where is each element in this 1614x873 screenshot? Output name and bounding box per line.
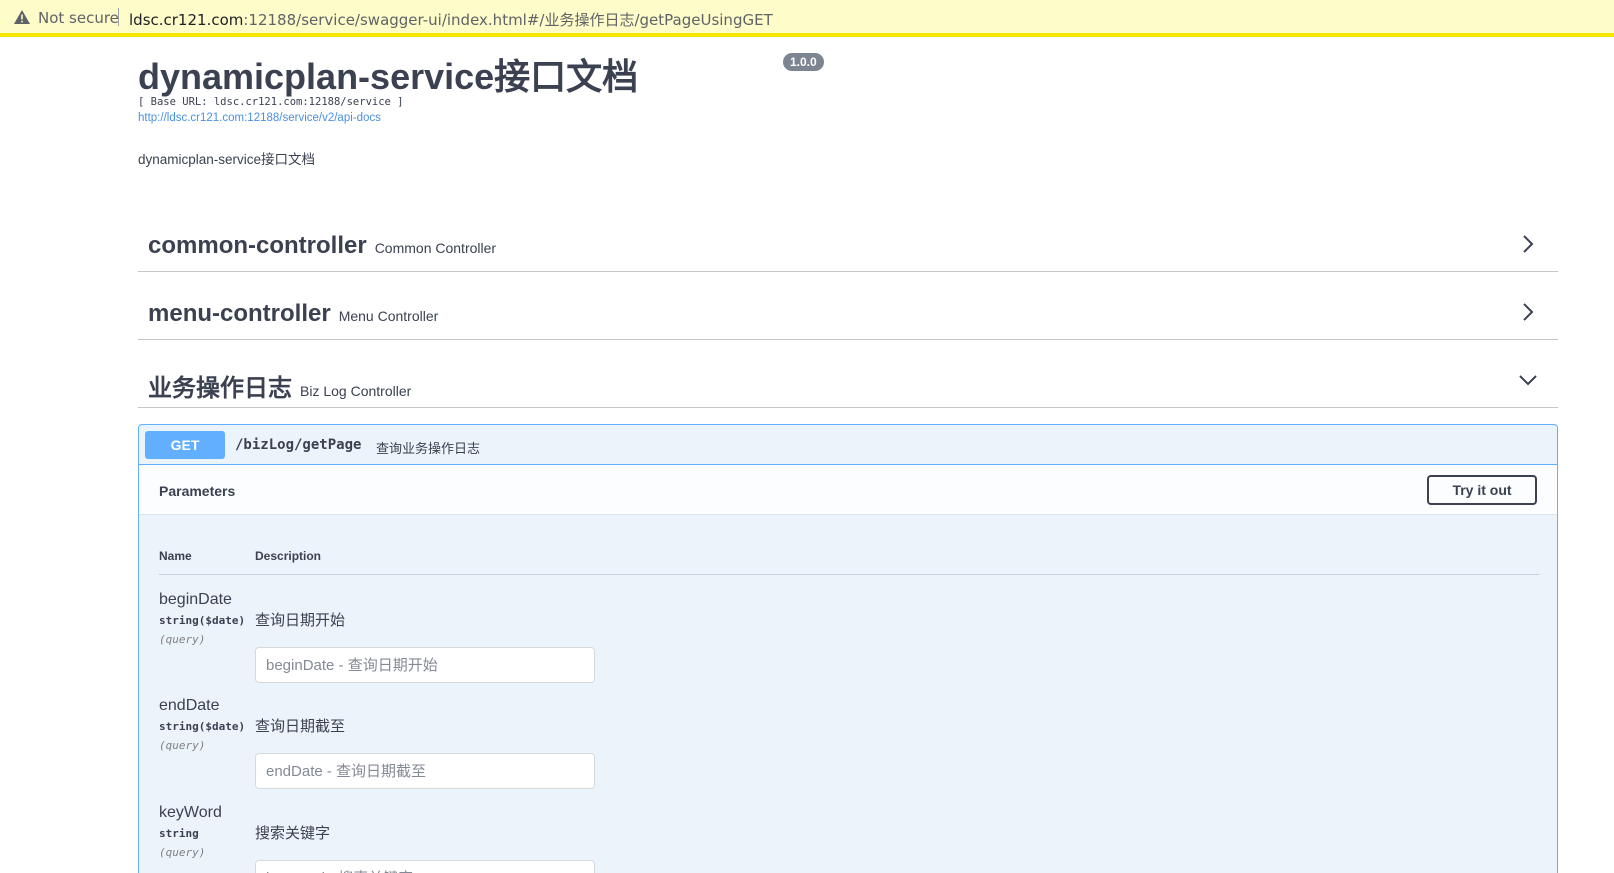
parameter-description: 查询日期开始 [255, 612, 346, 629]
parameter-type: string($date) [159, 720, 246, 733]
section-title: menu-controller [148, 300, 331, 327]
opblock-get-bizlog: GET /bizLog/getPage 查询业务操作日志 Parameters … [138, 424, 1558, 873]
end-date-input[interactable] [255, 753, 595, 789]
operation-summary: 查询业务操作日志 [376, 441, 481, 456]
section-menu-controller[interactable]: menu-controller Menu Controller [138, 274, 1558, 340]
section-common-controller[interactable]: common-controller Common Controller [138, 206, 1558, 272]
parameter-row: endDate string($date) (query) 查询日期截至 [159, 697, 1539, 797]
operation-path: /bizLog/getPage [235, 437, 362, 453]
section-title: common-controller [148, 232, 367, 259]
header-divider [159, 574, 1539, 575]
column-header-description: Description [255, 549, 322, 563]
parameter-type: string [159, 827, 199, 840]
section-subtitle: Common Controller [374, 240, 497, 256]
base-url: [ Base URL: ldsc.cr121.com:12188/service… [138, 96, 404, 108]
url-path: :12188/service/swagger-ui/index.html#/业务… [243, 11, 773, 29]
parameter-location: (query) [159, 633, 206, 646]
begin-date-input[interactable] [255, 647, 595, 683]
parameter-name: keyWord [159, 804, 222, 821]
parameter-location: (query) [159, 846, 206, 859]
keyword-input[interactable] [255, 860, 595, 873]
chevron-right-icon[interactable] [1518, 234, 1538, 254]
parameters-title: Parameters [159, 483, 236, 499]
opblock-summary[interactable]: GET /bizLog/getPage 查询业务操作日志 [139, 425, 1557, 465]
column-header-name: Name [159, 549, 192, 563]
try-it-out-button[interactable]: Try it out [1427, 475, 1537, 505]
address-divider [118, 8, 119, 26]
method-badge: GET [145, 431, 225, 459]
parameter-type: string($date) [159, 614, 246, 627]
url-host: ldsc.cr121.com [129, 11, 244, 29]
not-secure-label[interactable]: Not secure [38, 9, 119, 27]
chevron-right-icon[interactable] [1518, 302, 1538, 322]
parameters-header: Parameters Try it out [139, 465, 1557, 515]
section-title: 业务操作日志 [148, 375, 292, 402]
parameter-row: keyWord string (query) 搜索关键字 [159, 804, 1539, 873]
parameter-row: beginDate string($date) (query) 查询日期开始 [159, 591, 1539, 691]
parameter-description: 搜索关键字 [255, 825, 331, 842]
parameter-name: beginDate [159, 591, 232, 608]
version-badge: 1.0.0 [783, 53, 824, 71]
api-title: dynamicplan-service接口文档 [138, 56, 639, 97]
warning-icon [14, 10, 30, 24]
chevron-down-icon[interactable] [1518, 370, 1538, 390]
parameter-description: 查询日期截至 [255, 718, 346, 735]
api-info: dynamicplan-service接口文档 1.0.0 [ Base URL… [138, 48, 824, 124]
api-description: dynamicplan-service接口文档 [138, 152, 316, 167]
api-docs-link[interactable]: http://ldsc.cr121.com:12188/service/v2/a… [138, 112, 381, 124]
section-subtitle: Menu Controller [338, 308, 439, 324]
url-text[interactable]: ldsc.cr121.com:12188/service/swagger-ui/… [129, 9, 773, 30]
parameter-location: (query) [159, 739, 206, 752]
section-biz-log-controller[interactable]: 业务操作日志 Biz Log Controller [138, 342, 1558, 408]
parameter-name: endDate [159, 697, 220, 714]
section-subtitle: Biz Log Controller [300, 383, 412, 399]
address-bar[interactable]: Not secure ldsc.cr121.com:12188/service/… [0, 0, 1614, 37]
